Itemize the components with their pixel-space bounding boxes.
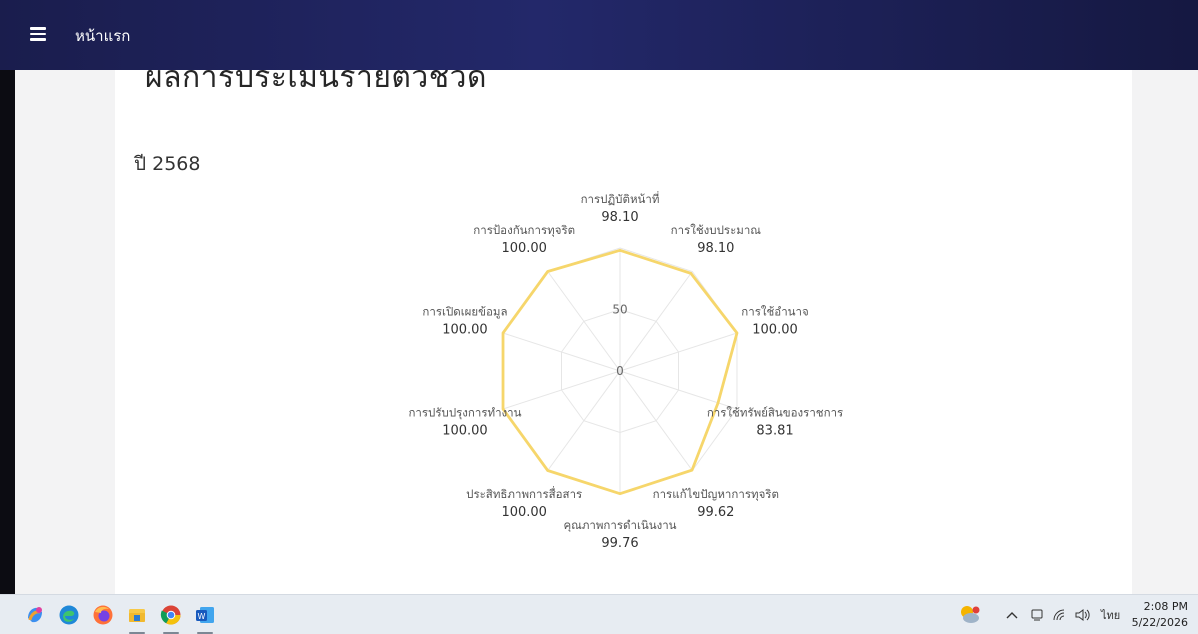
- top-nav-bar: หน้าแรก: [0, 0, 1198, 70]
- meet-icon[interactable]: [1030, 595, 1044, 634]
- radar-category-label-2: การใช้อำนาจ: [741, 305, 808, 319]
- radar-value-label-0: 98.10: [601, 210, 638, 225]
- clock-time: 2:08 PM: [1143, 600, 1188, 613]
- radar-value-label-1: 98.10: [697, 241, 734, 256]
- radar-spoke-6: [547, 370, 621, 471]
- firefox-icon[interactable]: [90, 602, 116, 628]
- radar-category-label-5: คุณภาพการดำเนินงาน: [563, 518, 676, 532]
- radar-value-label-3: 83.81: [756, 423, 793, 438]
- left-edge-strip: [0, 70, 15, 594]
- word-icon[interactable]: W: [192, 602, 218, 634]
- chart-card: ปี 2568 0 50 การปฏิบัติหน้าที่ 98.10 การใช้ง…: [115, 116, 1132, 594]
- radar-category-label-0: การปฏิบัติหน้าที่: [581, 191, 660, 206]
- menu-icon[interactable]: [30, 27, 46, 41]
- radar-value-label-8: 100.00: [442, 323, 488, 338]
- volume-icon[interactable]: [1074, 595, 1092, 634]
- radar-category-label-1: การใช้งบประมาณ: [671, 223, 762, 237]
- edge-icon[interactable]: [56, 602, 82, 628]
- radar-category-label-8: การเปิดเผยข้อมูล: [422, 305, 507, 319]
- file-explorer-icon[interactable]: [124, 602, 150, 634]
- windows-taskbar: W ไทย 2:08 PM 5/22/2026: [0, 594, 1198, 634]
- radar-value-label-7: 100.00: [442, 423, 488, 438]
- page-content: ผลการประเมินรายตัวชี้วัด ปี 2568 0 50 การป…: [0, 70, 1198, 594]
- radar-category-label-4: การแก้ไขปัญหาการทุจริต: [653, 487, 779, 501]
- radar-spoke-1: [619, 271, 693, 372]
- radar-tick-label-1: 50: [612, 303, 627, 317]
- clock[interactable]: 2:08 PM 5/22/2026: [1132, 599, 1188, 631]
- radar-tick-label-0: 0: [616, 364, 624, 378]
- svg-text:W: W: [198, 612, 206, 621]
- chrome-icon[interactable]: [158, 602, 184, 634]
- page-heading: ผลการประเมินรายตัวชี้วัด: [145, 70, 487, 95]
- chevron-up-icon[interactable]: [1006, 595, 1018, 634]
- radar-spoke-9: [547, 271, 621, 372]
- wifi-icon[interactable]: [1052, 595, 1068, 634]
- radar-value-label-6: 100.00: [501, 505, 547, 520]
- radar-value-label-9: 100.00: [501, 241, 547, 256]
- radar-category-label-7: การปรับปรุงการทำงาน: [408, 405, 521, 419]
- radar-category-label-3: การใช้ทรัพย์สินของราชการ: [707, 405, 843, 419]
- clock-date: 5/22/2026: [1131, 616, 1188, 629]
- radar-category-label-9: การป้องกันการทุจริต: [473, 223, 575, 237]
- radar-category-label-6: ประสิทธิภาพการสื่อสาร: [466, 486, 582, 501]
- radar-value-label-5: 99.76: [601, 536, 638, 551]
- weather-icon[interactable]: [957, 595, 983, 634]
- radar-value-label-4: 99.62: [697, 505, 734, 520]
- copilot-icon[interactable]: [22, 602, 48, 628]
- nav-title[interactable]: หน้าแรก: [75, 24, 130, 48]
- radar-value-label-2: 100.00: [752, 323, 798, 338]
- radar-spoke-4: [619, 370, 693, 471]
- language-indicator[interactable]: ไทย: [1101, 595, 1120, 634]
- radar-chart: 0 50 การปฏิบัติหน้าที่ 98.10 การใช้งบประมาณ 9…: [408, 191, 843, 551]
